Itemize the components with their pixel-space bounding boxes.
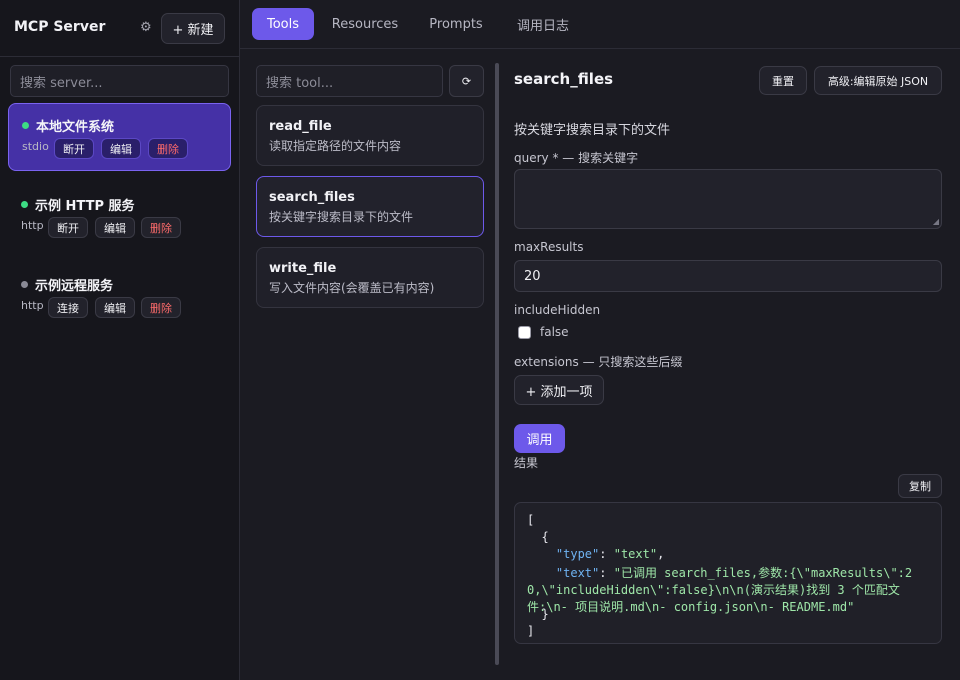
tool-item-write-file[interactable]: write_file 写入文件内容(会覆盖已有内容) (256, 247, 484, 308)
disconnect-button[interactable]: 断开 (48, 217, 88, 238)
code-line: "type": "text", (555, 547, 665, 561)
json-string: "text" (613, 547, 658, 561)
delete-button[interactable]: 删除 (141, 217, 181, 238)
edit-raw-json-button[interactable]: 高级:编辑原始 JSON (814, 66, 942, 95)
tool-description: 按关键字搜索目录下的文件 (514, 123, 671, 138)
sidebar-header: MCP Server ⚙ + 新建 (0, 0, 239, 57)
server-name-text: 本地文件系统 (36, 120, 115, 135)
status-dot-icon (21, 201, 28, 208)
server-name-text: 示例远程服务 (35, 279, 114, 294)
code-line: 0,\"includeHidden\":false}\n\n(演示结果)找到 3… (527, 583, 900, 597)
tool-item-search-files[interactable]: search_files 按关键字搜索目录下的文件 (256, 176, 484, 237)
tool-item-read-file[interactable]: read_file 读取指定路径的文件内容 (256, 105, 484, 166)
tool-name: read_file (269, 119, 332, 134)
server-name: 本地文件系统 (22, 116, 114, 135)
status-dot-icon (22, 122, 29, 129)
delete-button[interactable]: 删除 (141, 297, 181, 318)
disconnect-button[interactable]: 断开 (54, 138, 94, 159)
edit-button[interactable]: 编辑 (95, 297, 135, 318)
json-string: "已调用 search_files,参数:{\"maxResults\":2 (613, 566, 913, 580)
refresh-icon[interactable]: ⟳ (449, 65, 484, 97)
result-label: 结果 (514, 456, 539, 470)
tool-search-input[interactable]: 搜索 tool... (256, 65, 443, 97)
server-item-remote[interactable]: 示例远程服务 http 连接 编辑 删除 (8, 263, 231, 331)
sidebar: MCP Server ⚙ + 新建 搜索 server... 本地文件系统 st… (0, 0, 240, 680)
server-name-text: 示例 HTTP 服务 (35, 199, 135, 214)
resize-grip-icon[interactable]: ◢ (933, 217, 939, 226)
status-dot-icon (21, 281, 28, 288)
server-type: http (21, 299, 44, 312)
server-item-http[interactable]: 示例 HTTP 服务 http 断开 编辑 删除 (8, 183, 231, 251)
tab-prompts[interactable]: Prompts (420, 8, 492, 40)
edit-button[interactable]: 编辑 (95, 217, 135, 238)
max-results-label: maxResults (514, 240, 584, 254)
invoke-button[interactable]: 调用 (514, 424, 565, 453)
code-line: [ (527, 513, 535, 527)
tool-title: search_files (514, 70, 614, 88)
extensions-label: extensions — 只搜索这些后缀 (514, 355, 683, 369)
max-results-input[interactable]: 20 (514, 260, 942, 292)
gear-icon[interactable]: ⚙ (140, 20, 152, 35)
code-line: ] (527, 624, 535, 638)
tool-desc: 读取指定路径的文件内容 (269, 139, 402, 153)
copy-button[interactable]: 复制 (898, 474, 942, 498)
tool-name: search_files (269, 190, 355, 205)
include-hidden-checkbox[interactable] (518, 326, 531, 339)
edit-button[interactable]: 编辑 (101, 138, 141, 159)
delete-button[interactable]: 删除 (148, 138, 188, 159)
reset-button[interactable]: 重置 (759, 66, 807, 95)
json-key: "type" (555, 547, 600, 561)
connect-button[interactable]: 连接 (48, 297, 88, 318)
query-label: query * — 搜索关键字 (514, 151, 639, 165)
server-type: http (21, 219, 44, 232)
code-line: } (527, 607, 549, 621)
new-server-button[interactable]: + 新建 (161, 13, 225, 44)
panel-resize-handle[interactable] (495, 63, 499, 665)
include-hidden-value: false (540, 325, 569, 339)
server-name: 示例 HTTP 服务 (21, 195, 135, 214)
tab-tools[interactable]: Tools (252, 8, 314, 40)
code-line: { (527, 530, 549, 544)
sidebar-title: MCP Server (14, 19, 106, 35)
tab-resources[interactable]: Resources (324, 8, 406, 40)
add-item-button[interactable]: + 添加一项 (514, 375, 604, 405)
server-item-local-fs[interactable]: 本地文件系统 stdio 断开 编辑 删除 (8, 103, 231, 171)
code-line: "text": "已调用 search_files,参数:{\"maxResul… (555, 566, 913, 580)
result-code-block: [ { "type": "text", "text": "已调用 search_… (514, 502, 942, 644)
server-type: stdio (22, 140, 49, 153)
include-hidden-label: includeHidden (514, 303, 601, 317)
json-key: "text" (555, 566, 600, 580)
tool-detail: search_files 重置 高级:编辑原始 JSON 按关键字搜索目录下的文… (514, 0, 944, 680)
tool-desc: 按关键字搜索目录下的文件 (269, 210, 414, 224)
server-name: 示例远程服务 (21, 275, 113, 294)
query-textarea[interactable]: ◢ (514, 169, 942, 229)
code-line: 件:\n- 项目说明.md\n- config.json\n- README.m… (527, 600, 855, 614)
server-search-input[interactable]: 搜索 server... (10, 65, 229, 97)
tool-name: write_file (269, 261, 337, 276)
tool-desc: 写入文件内容(会覆盖已有内容) (269, 281, 435, 295)
main-panel: Tools Resources Prompts 调用日志 搜索 tool... … (240, 0, 960, 680)
